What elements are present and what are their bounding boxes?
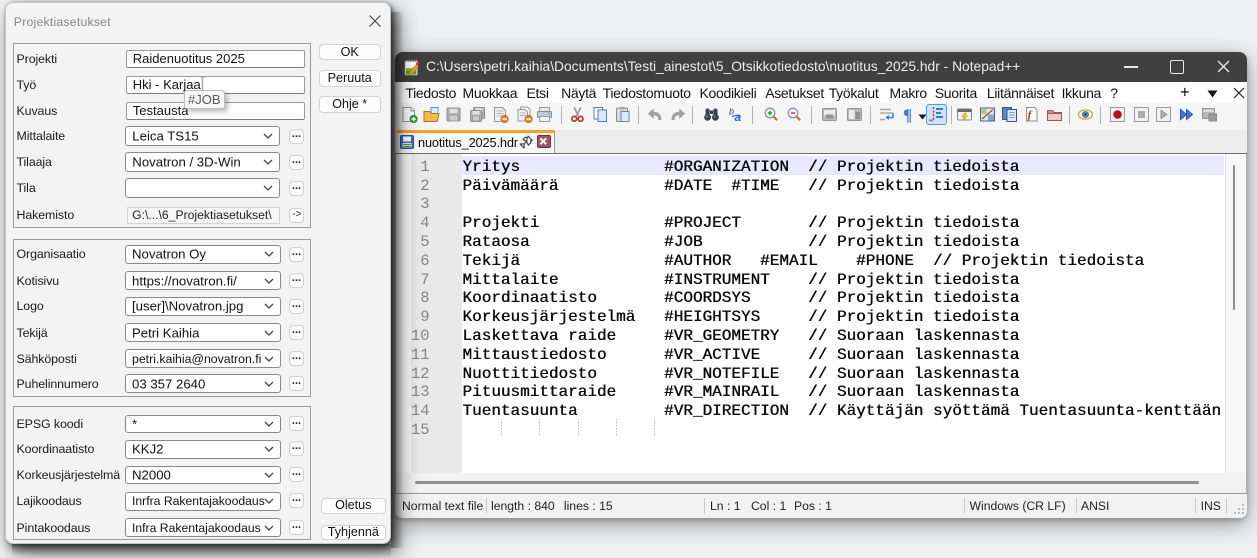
svg-text:b: b [729, 107, 734, 117]
svg-text:¶: ¶ [903, 106, 912, 123]
